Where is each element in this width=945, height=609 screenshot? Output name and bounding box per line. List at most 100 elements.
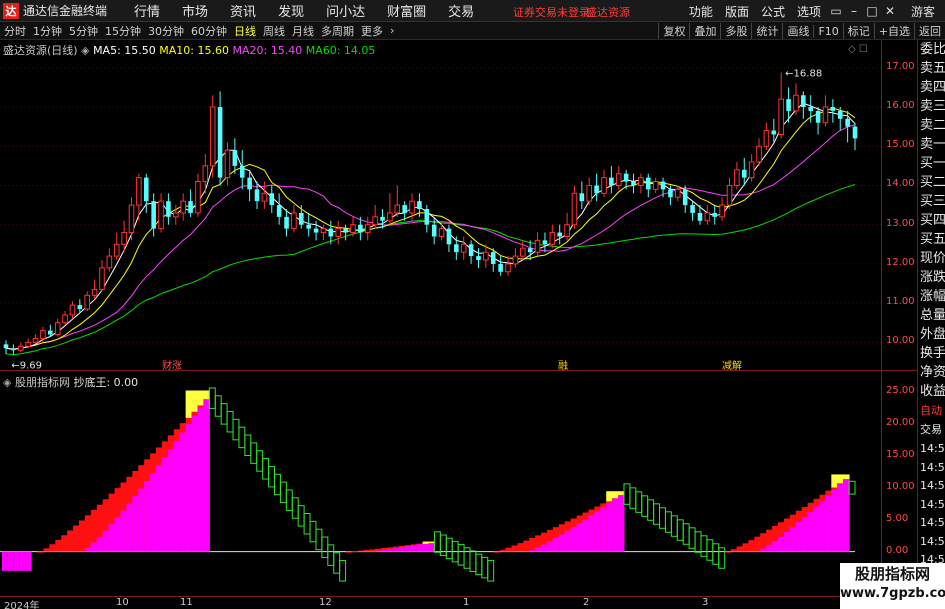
quote-field-label[interactable]: 卖二	[918, 116, 945, 135]
menu-discover[interactable]: 发现	[278, 1, 304, 20]
indicator-bar-magenta	[606, 502, 613, 552]
menu-layout[interactable]: 版面	[725, 3, 749, 20]
date-label: 2	[583, 597, 590, 608]
indicator-tick-label: 0.00	[886, 544, 909, 556]
quote-field-label[interactable]: 卖三	[918, 97, 945, 116]
candle-body-up	[460, 243, 467, 253]
quote-field-label[interactable]: 总量	[918, 306, 945, 325]
indicator-bar-magenta	[410, 545, 418, 552]
menu-formula[interactable]: 公式	[761, 3, 785, 20]
indicator-bar-magenta	[582, 519, 589, 552]
period-multi[interactable]: 多周期	[321, 23, 354, 39]
more-chevron-icon[interactable]: ›	[390, 24, 394, 37]
indicator-box-green	[848, 480, 856, 495]
menu-market[interactable]: 市场	[182, 1, 208, 20]
period-5min[interactable]: 5分钟	[69, 23, 98, 39]
multi-stock-button[interactable]: 多股	[720, 23, 751, 39]
quote-field-label[interactable]: 换手	[918, 344, 945, 363]
candle-body-up	[571, 192, 578, 226]
indicator-bar-magenta	[416, 544, 424, 552]
overlay-button[interactable]: 叠加	[689, 23, 720, 39]
period-daily[interactable]: 日线	[234, 23, 256, 39]
back-button[interactable]: 返回	[914, 23, 945, 39]
indicator-bar-magenta	[90, 542, 98, 552]
quote-field-label[interactable]: 外盘	[918, 325, 945, 344]
menu-news[interactable]: 资讯	[230, 1, 256, 20]
trade-login-status[interactable]: 证券交易未登录	[513, 4, 590, 20]
candle-body-up	[438, 228, 445, 237]
menu-options[interactable]: 选项	[797, 3, 821, 20]
candle-body-up	[822, 106, 829, 124]
menu-functions[interactable]: 功能	[689, 3, 713, 20]
period-15min[interactable]: 15分钟	[105, 23, 141, 39]
indicator-box-green	[664, 511, 672, 533]
period-30min[interactable]: 30分钟	[148, 23, 184, 39]
period-monthly[interactable]: 月线	[292, 23, 314, 39]
quote-field-label[interactable]: 净资	[918, 363, 945, 382]
menu-market-quotes[interactable]: 行情	[134, 1, 160, 20]
candle-body-down	[808, 107, 813, 111]
toolbar-right: 复权 叠加 多股 统计 画线 F10 标记 +自选 返回	[658, 22, 945, 40]
candle-body-down	[837, 110, 843, 119]
quote-field-label[interactable]: 现价	[918, 249, 945, 268]
trade-mode-label[interactable]: 交易	[918, 420, 945, 439]
maximize-icon[interactable]: □	[863, 4, 881, 18]
draw-line-button[interactable]: 画线	[782, 23, 813, 39]
indicator-bar-yellow	[422, 541, 429, 544]
candle-body-up	[195, 181, 201, 214]
period-60min[interactable]: 60分钟	[191, 23, 227, 39]
indicator-box-green	[433, 531, 441, 553]
indicator-settings-icon[interactable]: ◈	[3, 376, 11, 389]
candle-body-up	[320, 228, 327, 234]
indicator-tick-label: 20.00	[886, 416, 915, 428]
indicator-box-green	[273, 473, 281, 496]
candlestick-chart[interactable]: ←16.88 ←9.69 财涨 融 减解 ◇ ☐	[0, 40, 881, 370]
quote-field-label[interactable]: 买一	[918, 154, 945, 173]
quote-field-label[interactable]: 卖四	[918, 78, 945, 97]
guest-user[interactable]: 游客	[911, 3, 935, 20]
restore-icon[interactable]: ▭	[827, 4, 845, 18]
period-intraday[interactable]: 分时	[4, 23, 26, 39]
watermark: 股朋指标网 www.7gpzb.com	[840, 563, 945, 609]
f10-button[interactable]: F10	[813, 24, 842, 38]
quote-field-label[interactable]: 买三	[918, 192, 945, 211]
stats-button[interactable]: 统计	[751, 23, 782, 39]
menu-wealth-circle[interactable]: 财富圈	[387, 1, 426, 20]
mark-button[interactable]: 标记	[842, 23, 874, 39]
indicator-box-green	[463, 547, 471, 569]
minimize-icon[interactable]: –	[845, 4, 863, 18]
adjust-button[interactable]: 复权	[658, 23, 689, 39]
indicator-chart[interactable]	[0, 371, 881, 596]
quote-field-label[interactable]: 卖五	[918, 59, 945, 78]
quote-field-label[interactable]: 涨幅	[918, 287, 945, 306]
quote-field-label[interactable]: 买五	[918, 230, 945, 249]
indicator-box-green	[315, 528, 323, 551]
quote-field-label[interactable]: 委比	[918, 40, 945, 59]
indicator-tick-label: 25.00	[886, 384, 915, 396]
tick-time-label: 14:56	[920, 460, 945, 474]
quote-field-label[interactable]: 买二	[918, 173, 945, 192]
date-label: 11	[180, 597, 193, 608]
indicator-bar-magenta	[783, 531, 791, 552]
quote-field-label[interactable]: 涨跌	[918, 268, 945, 287]
indicator-source-label[interactable]: 股朋指标网	[15, 376, 70, 389]
candle-body-down	[682, 189, 688, 206]
menu-trade[interactable]: 交易	[448, 1, 474, 20]
candle-body-up	[180, 200, 186, 214]
settings-icon[interactable]: ◈	[81, 44, 89, 57]
quote-field-label[interactable]: 卖一	[918, 135, 945, 154]
trade-mode-label[interactable]: 自动	[918, 401, 945, 420]
period-weekly[interactable]: 周线	[263, 23, 285, 39]
menu-ask-xiaoda[interactable]: 问小达	[326, 1, 365, 20]
broker-name[interactable]: 盛达资源	[586, 4, 630, 20]
quote-field-label[interactable]: 收益	[918, 382, 945, 401]
indicator-box-green	[232, 418, 240, 441]
indicator-bar-red	[49, 544, 56, 552]
period-more[interactable]: 更多	[361, 23, 383, 39]
add-watchlist-button[interactable]: +自选	[873, 23, 914, 39]
indicator-bar-magenta	[203, 398, 210, 552]
stock-name-label[interactable]: 盛达资源(日线)	[3, 44, 78, 57]
close-icon[interactable]: ✕	[881, 4, 899, 18]
period-1min[interactable]: 1分钟	[33, 23, 62, 39]
quote-field-label[interactable]: 买四	[918, 211, 945, 230]
